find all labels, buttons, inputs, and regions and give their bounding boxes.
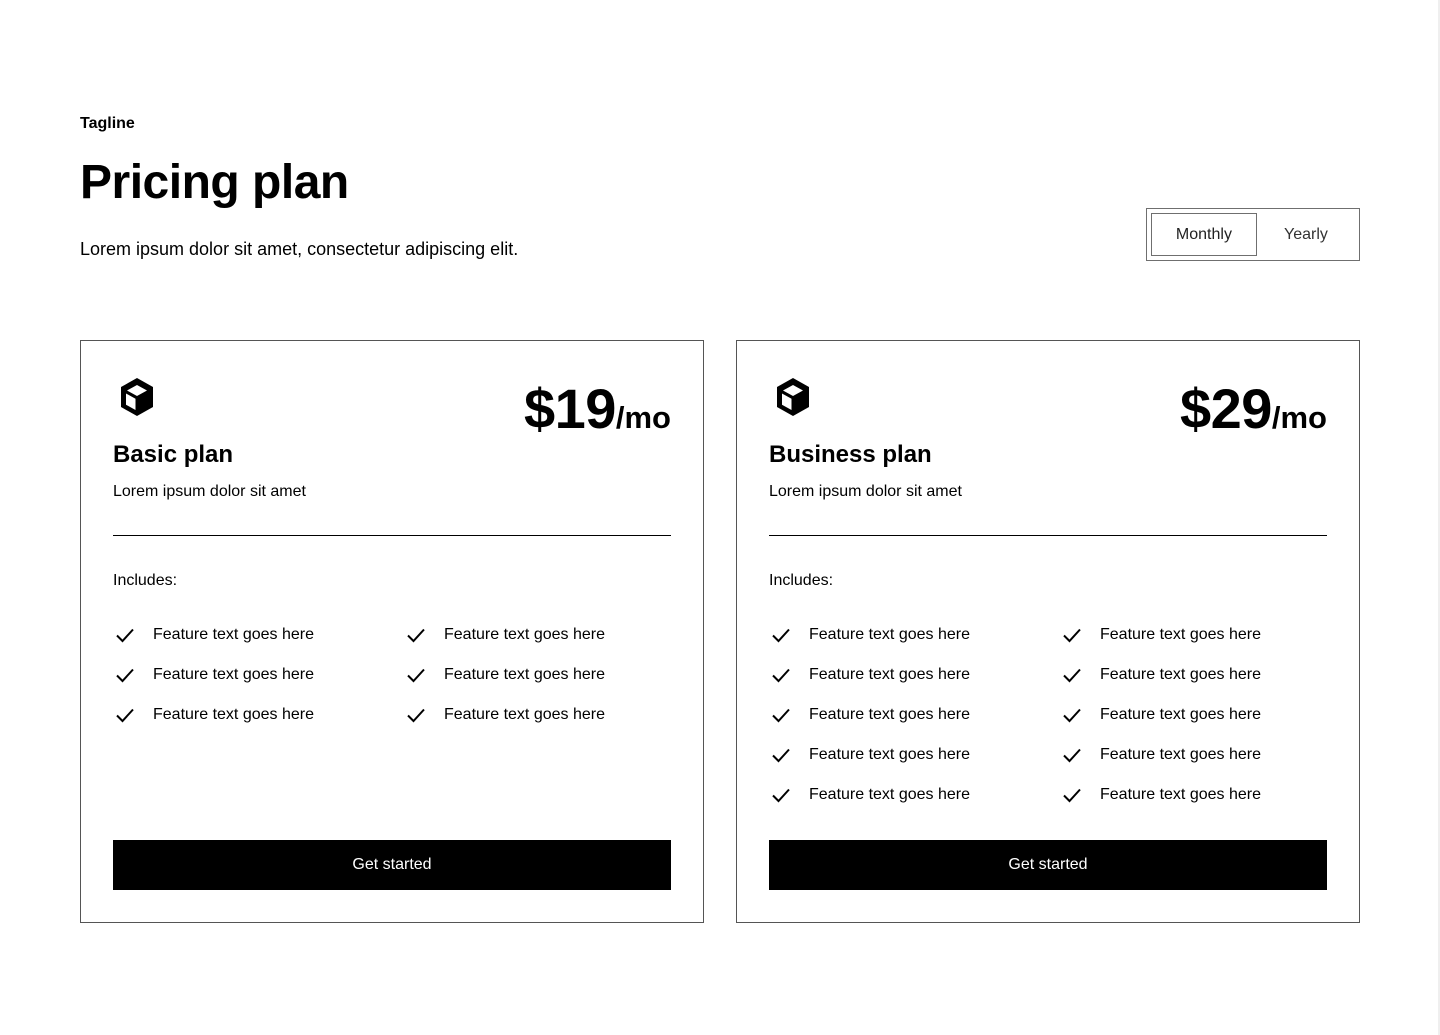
feature-item: Feature text goes here [113,615,404,655]
feature-item: Feature text goes here [769,615,1060,655]
price-amount: $19 [523,377,616,440]
feature-text: Feature text goes here [1100,706,1261,723]
feature-item: Feature text goes here [1060,615,1327,655]
feature-item: Feature text goes here [769,775,1060,815]
feature-item: Feature text goes here [769,695,1060,735]
toggle-monthly[interactable]: Monthly [1151,213,1257,256]
price-period: /mo [615,400,671,435]
feature-list: Feature text goes here Feature text goes… [769,615,1327,815]
divider [113,535,671,536]
feature-item: Feature text goes here [404,615,671,655]
pricing-page: Tagline Pricing plan Lorem ipsum dolor s… [0,0,1440,1035]
check-icon [407,628,425,643]
feature-item: Feature text goes here [404,655,671,695]
check-icon [407,668,425,683]
feature-item: Feature text goes here [404,695,671,735]
plan-name: Business plan [769,441,932,468]
feature-text: Feature text goes here [809,706,970,723]
plan-price: $29 /mo [1180,377,1327,441]
check-icon [116,628,134,643]
price-amount: $29 [1179,377,1272,440]
feature-item: Feature text goes here [1060,655,1327,695]
feature-item: Feature text goes here [1060,775,1327,815]
feature-text: Feature text goes here [444,626,605,643]
feature-text: Feature text goes here [809,626,970,643]
includes-label: Includes: [113,572,178,589]
get-started-button[interactable]: Get started [769,840,1327,890]
check-icon [116,708,134,723]
check-icon [1063,708,1081,723]
check-icon [1063,788,1081,803]
check-icon [1063,668,1081,683]
includes-label: Includes: [769,572,834,589]
pricing-card-basic: $19 /mo Basic plan Lorem ipsum dolor sit… [80,340,704,923]
feature-text: Feature text goes here [153,626,314,643]
pricing-header: Tagline Pricing plan Lorem ipsum dolor s… [80,114,880,261]
plan-description: Lorem ipsum dolor sit amet [769,483,962,500]
check-icon [772,788,790,803]
check-icon [1063,628,1081,643]
feature-item: Feature text goes here [769,735,1060,775]
feature-item: Feature text goes here [769,655,1060,695]
feature-text: Feature text goes here [1100,786,1261,803]
feature-text: Feature text goes here [153,666,314,683]
billing-period-toggle: Monthly Yearly [1146,208,1360,261]
get-started-button[interactable]: Get started [113,840,671,890]
feature-text: Feature text goes here [1100,666,1261,683]
feature-text: Feature text goes here [1100,746,1261,763]
tagline: Tagline [80,115,135,132]
cube-icon [121,378,153,416]
feature-text: Feature text goes here [809,786,970,803]
plan-name: Basic plan [113,441,234,468]
feature-item: Feature text goes here [1060,735,1327,775]
plan-description: Lorem ipsum dolor sit amet [113,483,306,500]
check-icon [772,628,790,643]
page-description: Lorem ipsum dolor sit amet, consectetur … [80,239,519,259]
price-period: /mo [1271,400,1327,435]
plan-price: $19 /mo [524,377,671,441]
page-title: Pricing plan [80,156,349,209]
feature-text: Feature text goes here [809,746,970,763]
feature-text: Feature text goes here [444,706,605,723]
check-icon [407,708,425,723]
divider [769,535,1327,536]
feature-text: Feature text goes here [1100,626,1261,643]
check-icon [772,668,790,683]
cube-icon [777,378,809,416]
feature-item: Feature text goes here [113,655,404,695]
feature-text: Feature text goes here [444,666,605,683]
feature-item: Feature text goes here [1060,695,1327,735]
pricing-card-business: $29 /mo Business plan Lorem ipsum dolor … [736,340,1360,923]
check-icon [772,708,790,723]
feature-item: Feature text goes here [113,695,404,735]
toggle-yearly[interactable]: Yearly [1257,213,1355,256]
feature-text: Feature text goes here [153,706,314,723]
feature-text: Feature text goes here [809,666,970,683]
check-icon [116,668,134,683]
check-icon [772,748,790,763]
feature-list: Feature text goes here Feature text goes… [113,615,671,735]
check-icon [1063,748,1081,763]
